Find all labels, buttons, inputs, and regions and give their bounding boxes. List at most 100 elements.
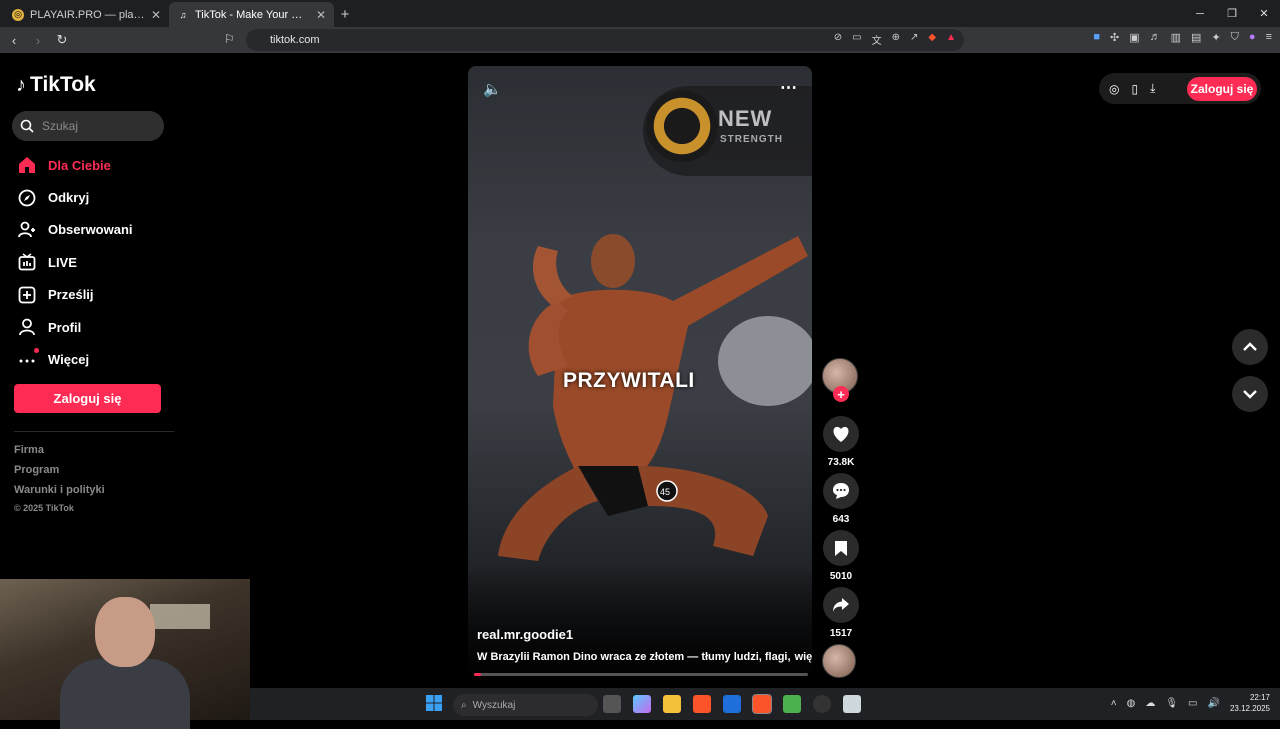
profile-icon[interactable]: ● xyxy=(1249,31,1256,44)
screenshot-icon[interactable]: ▣ xyxy=(1129,31,1139,44)
share-button[interactable] xyxy=(823,587,859,623)
more-icon xyxy=(18,351,36,369)
close-tab-icon[interactable]: ✕ xyxy=(151,8,161,22)
chevron-up-icon[interactable]: ˄ xyxy=(1111,698,1117,709)
sidebar-item-label: Więcej xyxy=(48,352,90,368)
video-overlay-text: PRZYWITALI xyxy=(563,369,695,392)
sponsor-emblem xyxy=(646,90,718,162)
save-button[interactable] xyxy=(823,530,859,566)
close-window-icon[interactable]: ✕ xyxy=(1248,0,1280,27)
translate-icon[interactable]: 文 xyxy=(872,32,882,47)
footer-link-program[interactable]: Program xyxy=(14,464,59,476)
sidebar-item-profil[interactable]: Profil xyxy=(14,311,174,343)
vpn-icon[interactable]: ⛉ xyxy=(1231,31,1239,44)
media-icon[interactable]: ⊘ xyxy=(834,32,842,47)
reload-icon[interactable]: ↻ xyxy=(52,32,72,48)
sidebar-item-obserwowani[interactable]: Obserwowani xyxy=(14,214,174,246)
video-player[interactable]: NEW STRENGTH 45 PRZYWITALI 🔈 ⋯ xyxy=(468,66,812,675)
sidebar-item-odkryj[interactable]: Odkryj xyxy=(14,181,174,213)
login-button[interactable]: Zaloguj się xyxy=(14,384,161,413)
sidebar-item-wiecej[interactable]: Więcej xyxy=(14,343,174,375)
browser-tab-playair[interactable]: ◎ PLAYAIR.PRO — platforma, która łącz ✕ xyxy=(4,2,169,27)
comment-action: 643 xyxy=(822,473,860,525)
copilot-icon[interactable] xyxy=(633,695,651,713)
sponsor-brand-text: NEW xyxy=(718,106,773,131)
tab-title: PLAYAIR.PRO — platforma, która łącz xyxy=(30,8,145,21)
app-icon[interactable] xyxy=(783,695,801,713)
url-text: tiktok.com xyxy=(270,34,320,46)
video-progress-bar[interactable] xyxy=(474,673,808,676)
leo-icon[interactable]: ✦ xyxy=(1211,31,1220,44)
wallet-icon[interactable]: ▤ xyxy=(1191,31,1201,44)
menu-icon[interactable]: ≡ xyxy=(1266,31,1272,44)
browser-tab-strip: ◎ PLAYAIR.PRO — platforma, która łącz ✕ … xyxy=(0,0,1280,27)
chevron-up-icon xyxy=(1243,342,1257,351)
next-video-button[interactable] xyxy=(1232,376,1268,412)
microphone-icon[interactable]: 🎙 xyxy=(1165,698,1178,709)
brave-icon[interactable] xyxy=(693,695,711,713)
tiktok-logo[interactable]: ♪ TikTok xyxy=(16,73,96,97)
browser-tab-tiktok[interactable]: ♫ TikTok - Make Your Day ✕ xyxy=(169,2,334,27)
start-icon[interactable] xyxy=(426,695,442,716)
sound-avatar[interactable] xyxy=(822,644,856,678)
heart-icon xyxy=(833,426,849,442)
bookmark-icon[interactable]: ⚐ xyxy=(224,32,235,46)
sidebar-item-live[interactable]: LIVE xyxy=(14,246,174,278)
background-lamp xyxy=(150,604,210,629)
caption-text: W Brazylii Ramon Dino wraca ze złotem — … xyxy=(477,651,791,663)
taskbar-search[interactable]: ⌕ Wyszukaj xyxy=(453,694,598,716)
phone-icon[interactable]: ▯ xyxy=(1131,82,1138,96)
brave-active-icon[interactable] xyxy=(752,694,772,714)
brave-shield-icon[interactable]: ◆ xyxy=(928,32,936,47)
zoom-icon[interactable]: ⊕ xyxy=(892,32,900,47)
sidebar-item-label: Profil xyxy=(48,319,82,335)
volume-icon[interactable]: 🔈 xyxy=(483,80,502,98)
coin-icon[interactable]: ◎ xyxy=(1109,82,1119,96)
more-options-icon[interactable]: ⋯ xyxy=(780,78,797,98)
network-icon[interactable]: ▭ xyxy=(1188,698,1197,709)
cloud-icon[interactable]: ☁ xyxy=(1145,698,1155,709)
address-bar[interactable]: tiktok.com ⊘ ▭ 文 ⊕ ↗ ◆ ▲ xyxy=(246,29,964,51)
obs-icon[interactable] xyxy=(813,695,831,713)
tray-app-icon[interactable]: ◍ xyxy=(1127,698,1136,709)
file-explorer-icon[interactable] xyxy=(663,695,681,713)
sidebar-nav: Dla Ciebie Odkryj Obserwowani LIVE Prześ… xyxy=(14,149,174,376)
bookmark-icon xyxy=(835,541,847,556)
calculator-icon[interactable] xyxy=(843,695,861,713)
footer-link-terms[interactable]: Warunki i polityki xyxy=(14,484,105,496)
follow-plus-icon[interactable]: + xyxy=(833,386,849,402)
minimize-icon[interactable]: ─ xyxy=(1184,0,1216,27)
like-button[interactable] xyxy=(823,416,859,452)
cast-icon[interactable]: ▭ xyxy=(852,32,861,47)
task-view-icon[interactable] xyxy=(603,695,621,713)
music-icon[interactable]: ♬ xyxy=(1150,31,1161,44)
video-author[interactable]: real.mr.goodie1 xyxy=(477,627,573,642)
brave-rewards-icon[interactable]: ▲ xyxy=(946,32,956,47)
previous-video-button[interactable] xyxy=(1232,329,1268,365)
sidebar-icon[interactable]: ▥ xyxy=(1171,31,1181,44)
sidebar-item-przeslij[interactable]: Prześlij xyxy=(14,279,174,311)
search-input[interactable] xyxy=(42,119,152,133)
share-icon[interactable]: ↗ xyxy=(910,32,918,47)
restore-icon[interactable]: ❐ xyxy=(1216,0,1248,27)
copyright: © 2025 TikTok xyxy=(14,503,74,513)
header-login-button[interactable]: Zaloguj się xyxy=(1187,77,1257,101)
new-tab-button[interactable]: + xyxy=(334,2,356,27)
extension-icon[interactable]: ■ xyxy=(1093,31,1100,44)
close-tab-icon[interactable]: ✕ xyxy=(316,8,326,22)
forward-icon[interactable]: › xyxy=(28,33,48,48)
sidebar-item-dla-ciebie[interactable]: Dla Ciebie xyxy=(14,149,174,181)
footer-link-firma[interactable]: Firma xyxy=(14,444,44,456)
back-icon[interactable]: ‹ xyxy=(4,33,24,48)
clock[interactable]: 22:17 23.12.2025 xyxy=(1230,692,1270,714)
volume-icon[interactable]: 🔊 xyxy=(1208,698,1220,709)
search-icon xyxy=(20,119,34,133)
comment-button[interactable] xyxy=(823,473,859,509)
store-icon[interactable] xyxy=(723,695,741,713)
streamer-head xyxy=(95,597,155,667)
puzzle-icon[interactable]: ✣ xyxy=(1110,31,1119,44)
search-box xyxy=(12,111,164,141)
caption-more-link[interactable]: więcej xyxy=(795,651,812,663)
sidebar-item-label: Odkryj xyxy=(48,190,90,206)
download-icon[interactable]: ⤓ xyxy=(1150,81,1155,96)
